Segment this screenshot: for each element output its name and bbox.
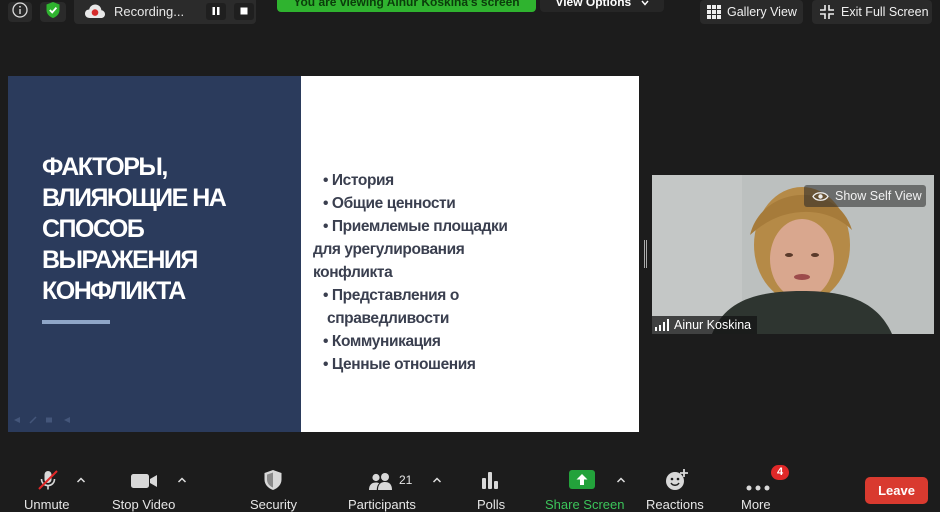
meeting-toolbar: Unmute Stop Video Security 21 Participan…	[0, 460, 940, 512]
slide-bullet-list: • История • Общие ценности • Приемлемые …	[313, 169, 623, 376]
bar-chart-icon	[480, 470, 500, 495]
share-screen-label: Share Screen	[545, 497, 625, 512]
cloud-recording-icon	[84, 3, 106, 25]
microphone-muted-icon	[36, 468, 60, 497]
split-view-handle[interactable]	[644, 240, 648, 268]
slide-title-line: ФАКТОРЫ,	[42, 153, 168, 181]
exit-full-screen-button[interactable]: Exit Full Screen	[812, 0, 932, 24]
stop-recording-button[interactable]	[234, 3, 254, 20]
stop-video-label: Stop Video	[112, 497, 176, 512]
recording-label: Recording...	[114, 4, 185, 19]
bullet-item: • История	[323, 172, 394, 189]
share-screen-icon	[569, 470, 595, 495]
participants-icon	[368, 472, 394, 495]
slide-toolbar-icons[interactable]	[12, 416, 76, 426]
unmute-button[interactable]: Unmute	[22, 460, 74, 512]
participants-button[interactable]: 21 Participants	[346, 460, 424, 512]
pause-recording-button[interactable]	[206, 3, 226, 20]
stop-video-button[interactable]: Stop Video	[110, 460, 180, 512]
more-dots-icon	[746, 478, 770, 496]
slide-title: ФАКТОРЫ, ВЛИЯЮЩИЕ НА СПОСОБ ВЫРАЖЕНИЯ КО…	[42, 152, 282, 307]
show-self-view-label: Show Self View	[835, 189, 922, 203]
recording-indicator: Recording...	[74, 0, 256, 24]
more-label: More	[741, 497, 771, 512]
title-underline	[42, 320, 110, 324]
participants-options-chevron-icon[interactable]	[432, 472, 442, 483]
exit-full-screen-label: Exit Full Screen	[841, 5, 929, 19]
slide-title-line: КОНФЛИКТА	[42, 277, 186, 305]
encryption-button[interactable]	[40, 1, 66, 24]
security-label: Security	[250, 497, 297, 512]
eye-icon	[812, 191, 829, 202]
shield-icon	[263, 469, 283, 496]
reactions-label: Reactions	[646, 497, 704, 512]
signal-strength-icon	[655, 319, 669, 331]
view-options-label: View Options	[555, 0, 632, 9]
leave-button[interactable]: Leave	[865, 477, 928, 504]
view-options-button[interactable]: View Options	[540, 0, 664, 12]
participant-video[interactable]: Show Self View Ainur Koskina	[652, 175, 934, 334]
bullet-item: • Коммуникация	[323, 333, 441, 350]
participant-nameplate: Ainur Koskina	[652, 316, 758, 334]
bullet-item: для урегулирования	[313, 241, 465, 258]
audio-options-chevron-icon[interactable]	[76, 472, 86, 483]
bullet-item: • Представления о	[323, 287, 459, 304]
bullet-item: конфликта	[313, 264, 393, 281]
reactions-button[interactable]: Reactions	[646, 460, 706, 512]
show-self-view-button[interactable]: Show Self View	[804, 185, 926, 207]
participants-count: 21	[399, 473, 413, 487]
slide-title-line: ВЫРАЖЕНИЯ	[42, 246, 198, 274]
gallery-view-label: Gallery View	[727, 5, 797, 19]
polls-button[interactable]: Polls	[474, 460, 510, 512]
reaction-smiley-icon	[665, 469, 689, 496]
top-bar: Recording... You are viewing Ainur Koski…	[0, 0, 940, 28]
meeting-info-button[interactable]	[8, 1, 32, 23]
video-options-chevron-icon[interactable]	[177, 472, 187, 483]
bullet-item: • Ценные отношения	[323, 356, 476, 373]
shield-check-icon	[45, 1, 61, 24]
info-icon	[12, 1, 28, 23]
bullet-item: • Приемлемые площадки	[323, 218, 508, 235]
participant-name: Ainur Koskina	[674, 318, 752, 332]
security-button[interactable]: Security	[248, 460, 302, 512]
bullet-item: справедливости	[327, 310, 449, 327]
slide-title-line: ВЛИЯЮЩИЕ НА	[42, 184, 227, 212]
chevron-down-icon	[641, 0, 649, 12]
exit-full-screen-icon	[820, 5, 834, 19]
polls-label: Polls	[477, 497, 506, 512]
unmute-label: Unmute	[24, 497, 70, 512]
share-options-chevron-icon[interactable]	[616, 472, 626, 483]
pause-icon	[211, 3, 221, 21]
share-screen-button[interactable]: Share Screen	[545, 460, 625, 512]
grid-icon	[707, 5, 721, 19]
slide-title-line: СПОСОБ	[42, 215, 145, 243]
gallery-view-button[interactable]: Gallery View	[700, 0, 803, 24]
viewing-screen-banner: You are viewing Ainur Koskina's screen	[277, 0, 536, 12]
participants-label: Participants	[348, 497, 416, 512]
shared-screen: ФАКТОРЫ, ВЛИЯЮЩИЕ НА СПОСОБ ВЫРАЖЕНИЯ КО…	[8, 76, 639, 432]
video-camera-icon	[130, 472, 158, 495]
stop-icon	[239, 3, 249, 21]
bullet-item: • Общие ценности	[323, 195, 456, 212]
slide-title-panel: ФАКТОРЫ, ВЛИЯЮЩИЕ НА СПОСОБ ВЫРАЖЕНИЯ КО…	[8, 76, 301, 432]
notification-badge: 4	[771, 465, 789, 480]
